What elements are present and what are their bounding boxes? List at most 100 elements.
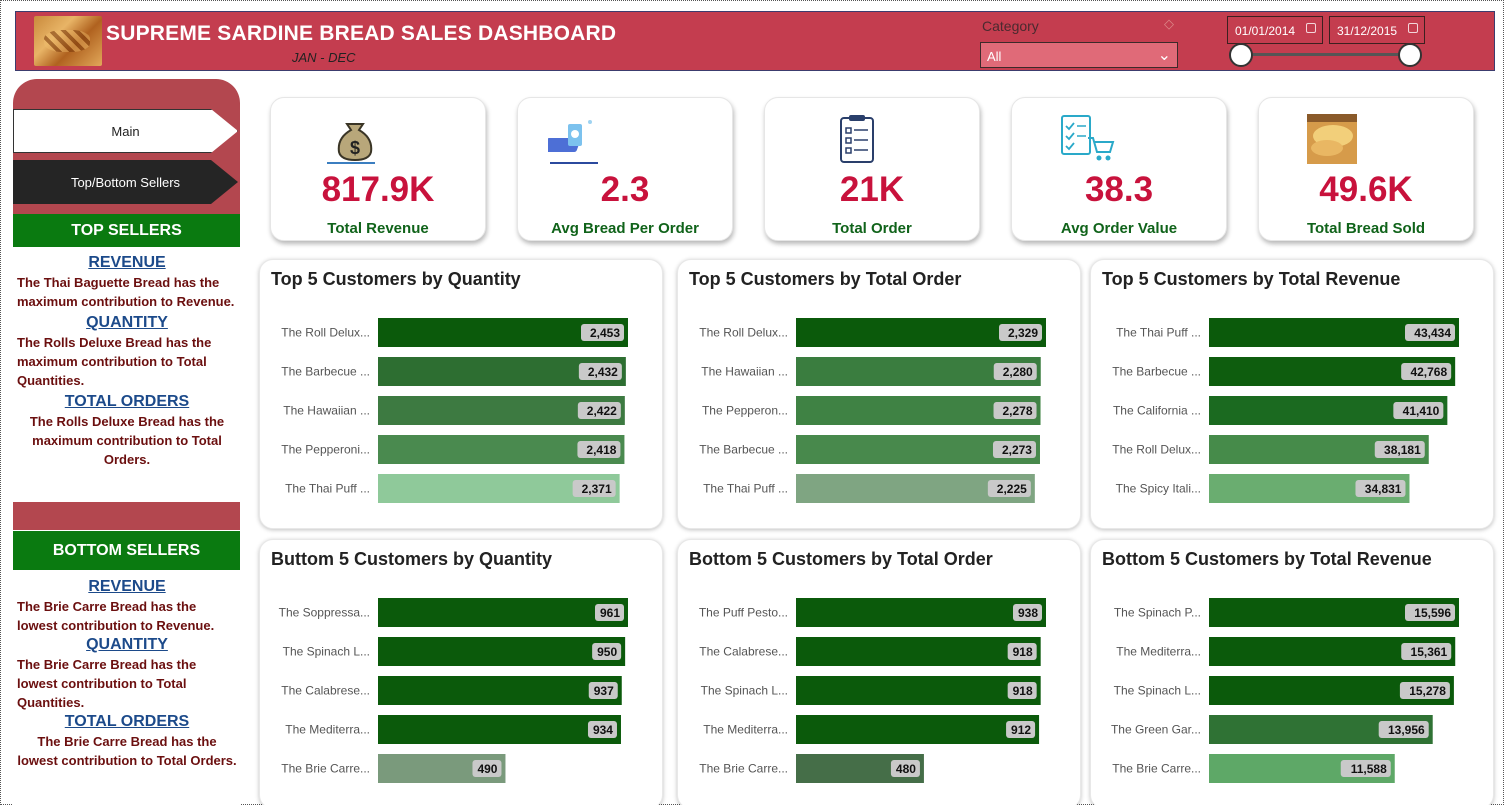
kpi-label: Total Order <box>832 220 912 237</box>
page-title: SUPREME SARDINE BREAD SALES DASHBOARD <box>106 22 617 45</box>
bar-category-label: The Barbecue ... <box>699 443 788 457</box>
bar-category-label: The California ... <box>1113 404 1201 418</box>
bar-category-label: The Spinach P... <box>1114 606 1201 620</box>
bar-category-label: The Brie Carre... <box>699 762 788 776</box>
kpi-card-avg-bread: 2.3 Avg Bread Per Order <box>517 97 733 241</box>
data-label: 480 <box>896 762 916 776</box>
bar-category-label: The Roll Delux... <box>281 326 370 340</box>
bar-category-label: The Thai Puff ... <box>285 482 370 496</box>
bar-category-label: The Calabrese... <box>281 684 370 698</box>
calendar-icon[interactable] <box>1306 23 1316 33</box>
data-label: 2,422 <box>587 404 617 418</box>
data-label: 2,371 <box>582 482 612 496</box>
kpi-card-avg-order-value: 38.3 Avg Order Value <box>1011 97 1227 241</box>
data-label: 34,831 <box>1365 482 1402 496</box>
svg-text:$: $ <box>350 138 360 158</box>
data-label: 2,225 <box>997 482 1027 496</box>
data-label: 15,278 <box>1409 684 1446 698</box>
chevron-down-icon: ⌄ <box>1157 47 1171 64</box>
data-label: 938 <box>1018 606 1038 620</box>
bar-category-label: The Green Gar... <box>1111 723 1201 737</box>
bottom-quantity-title: QUANTITY <box>86 636 168 653</box>
bar-category-label: The Spinach L... <box>1114 684 1201 698</box>
category-dropdown[interactable]: All ⌄ <box>980 42 1178 68</box>
date-range-slider[interactable] <box>1229 53 1399 56</box>
bar-category-label: The Spinach L... <box>701 684 788 698</box>
bar <box>796 598 1046 627</box>
bottom-revenue-title: REVENUE <box>88 578 166 595</box>
top-sellers-summary: REVENUE The Thai Baguette Bread has the … <box>17 253 237 469</box>
start-date-input[interactable]: 01/01/2014 <box>1227 16 1323 44</box>
top-quantity-title: QUANTITY <box>86 314 168 331</box>
bottom-quantity-text: The Brie Carre Bread has the lowest cont… <box>17 657 197 710</box>
bar <box>796 637 1041 666</box>
bar-category-label: The Brie Carre... <box>1112 762 1201 776</box>
bar-category-label: The Roll Delux... <box>699 326 788 340</box>
bar-category-label: The Pepperoni... <box>281 443 370 457</box>
nav-top-bottom-button[interactable]: Top/Bottom Sellers <box>13 160 238 204</box>
clear-filter-icon[interactable]: ◇ <box>1164 16 1174 32</box>
data-label: 15,361 <box>1411 645 1448 659</box>
data-label: 961 <box>600 606 620 620</box>
bar-category-label: The Soppressa... <box>279 606 370 620</box>
top-quantity-text: The Rolls Deluxe Bread has the maximum c… <box>17 335 212 388</box>
bar-category-label: The Thai Puff ... <box>1116 326 1201 340</box>
calendar-icon[interactable] <box>1408 23 1418 33</box>
chart-svg: The Roll Delux... 2,453 The Barbecue ... 2,… <box>281 318 628 503</box>
kpi-card-total-order: 21K Total Order <box>764 97 980 241</box>
checklist-cart-icon <box>1061 115 1115 161</box>
bar-category-label: The Barbecue ... <box>1112 365 1201 379</box>
chart-bottom-quantity: Buttom 5 Customers by Quantity The Soppr… <box>259 539 663 805</box>
chart-bottom-orders: Bottom 5 Customers by Total Order The Pu… <box>677 539 1081 805</box>
slider-end-handle[interactable] <box>1398 43 1422 67</box>
kpi-value: 21K <box>839 170 905 209</box>
header-bar: SUPREME SARDINE BREAD SALES DASHBOARD JA… <box>15 11 1495 71</box>
chart-top-revenue: Top 5 Customers by Total Revenue The Tha… <box>1090 259 1494 529</box>
bottom-sellers-heading: BOTTOM SELLERS <box>13 531 240 570</box>
data-label: 41,410 <box>1403 404 1440 418</box>
data-label: 937 <box>594 684 614 698</box>
page-subtitle: JAN - DEC <box>292 50 356 65</box>
data-label: 490 <box>477 762 497 776</box>
data-label: 2,453 <box>590 326 620 340</box>
chart-svg: The Roll Delux... 2,329 The Hawaiian ... 2,… <box>699 318 1046 503</box>
data-label: 934 <box>593 723 613 737</box>
bar-category-label: The Roll Delux... <box>1112 443 1201 457</box>
chart-svg: The Spinach P... 15,596 The Mediterra... 15… <box>1111 598 1459 783</box>
kpi-label: Total Revenue <box>327 220 429 237</box>
data-label: 2,280 <box>1003 365 1033 379</box>
bottom-revenue-text: The Brie Carre Bread has the lowest cont… <box>17 599 215 633</box>
bar <box>378 637 626 666</box>
bar-category-label: The Hawaiian ... <box>283 404 370 418</box>
top-sellers-heading: TOP SELLERS <box>13 214 240 247</box>
sidebar: Main Top/Bottom Sellers TOP SELLERS REVE… <box>13 79 240 805</box>
kpi-value: 38.3 <box>1084 170 1154 209</box>
data-label: 918 <box>1013 645 1033 659</box>
bar-category-label: The Pepperon... <box>702 404 788 418</box>
top-revenue-text: The Thai Baguette Bread has the maximum … <box>17 275 235 309</box>
nav-main-button[interactable]: Main <box>13 109 238 153</box>
bottom-sellers-summary: REVENUE The Brie Carre Bread has the low… <box>17 577 237 770</box>
bottom-orders-title: TOTAL ORDERS <box>64 713 190 730</box>
bottom-orders-text: The Brie Carre Bread has the lowest cont… <box>17 734 237 768</box>
kpi-card-total-revenue: $ 817.9K Total Revenue <box>270 97 486 241</box>
slider-start-handle[interactable] <box>1229 43 1253 67</box>
bar-category-label: The Brie Carre... <box>281 762 370 776</box>
bar-category-label: The Calabrese... <box>699 645 788 659</box>
data-label: 912 <box>1011 723 1031 737</box>
bar-category-label: The Puff Pesto... <box>699 606 788 620</box>
chart-bottom-revenue: Bottom 5 Customers by Total Revenue The … <box>1090 539 1494 805</box>
data-label: 11,588 <box>1351 762 1387 776</box>
top-orders-title: TOTAL ORDERS <box>64 393 190 410</box>
chart-svg: The Thai Puff ... 43,434 The Barbecue ... 4… <box>1112 318 1459 503</box>
end-date-input[interactable]: 31/12/2015 <box>1329 16 1425 44</box>
data-label: 918 <box>1013 684 1033 698</box>
bar <box>378 715 621 744</box>
bar-category-label: The Barbecue ... <box>281 365 370 379</box>
bar-category-label: The Spinach L... <box>283 645 370 659</box>
bar-category-label: The Mediterra... <box>1116 645 1201 659</box>
chart-top-orders: Top 5 Customers by Total Order The Roll … <box>677 259 1081 529</box>
kpi-value: 817.9K <box>321 170 435 209</box>
bar <box>378 598 628 627</box>
bar <box>378 676 622 705</box>
